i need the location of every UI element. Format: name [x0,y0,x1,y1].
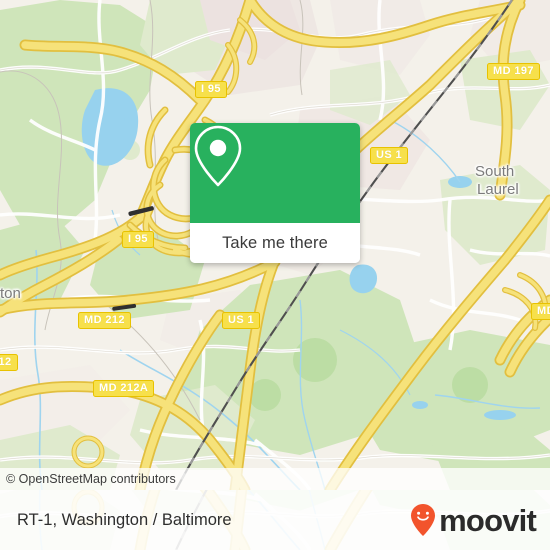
moovit-logo[interactable]: moovit [410,502,537,538]
map-pin-icon [194,125,242,187]
footer-title: RT-1, Washington / Baltimore [17,510,232,529]
road-shield-212-clipped: 212 [0,354,18,371]
road-shield-us1-north: US 1 [370,147,409,164]
map-canvas[interactable]: I 95 I 95 US 1 US 1 MD 197 MD 212 MD 212A 212 MD… [0,0,550,490]
road-shield-i95-north: I 95 [195,81,227,98]
destination-popup-card[interactable]: Take me there [190,123,360,263]
take-me-there-label: Take me there [222,233,328,252]
road-shield-md212a: MD 212A [93,380,155,397]
map-attribution[interactable]: © OpenStreetMap contributors [0,468,550,490]
place-label-south-laurel-line1: South [475,163,515,180]
road-shield-md197: MD 197 [487,63,540,80]
road-shield-us1-south: US 1 [222,312,261,329]
footer-bar: RT-1, Washington / Baltimore moovit [0,490,550,550]
place-label-south-laurel-line2: Laurel [477,181,519,198]
place-label-clipped-ton: ton [0,285,21,302]
road-shield-md212: MD 212 [78,312,131,329]
road-shield-md-clipped: MD [531,303,550,320]
moovit-wordmark: moovit [439,502,537,538]
popup-pin-area [190,123,360,223]
road-shield-i95-west: I 95 [122,231,154,248]
take-me-there-button[interactable]: Take me there [190,223,360,263]
moovit-pin-smiley-icon [411,504,436,536]
moovit-map-screen: I 95 I 95 US 1 US 1 MD 197 MD 212 MD 212A 212 MD… [0,0,550,550]
